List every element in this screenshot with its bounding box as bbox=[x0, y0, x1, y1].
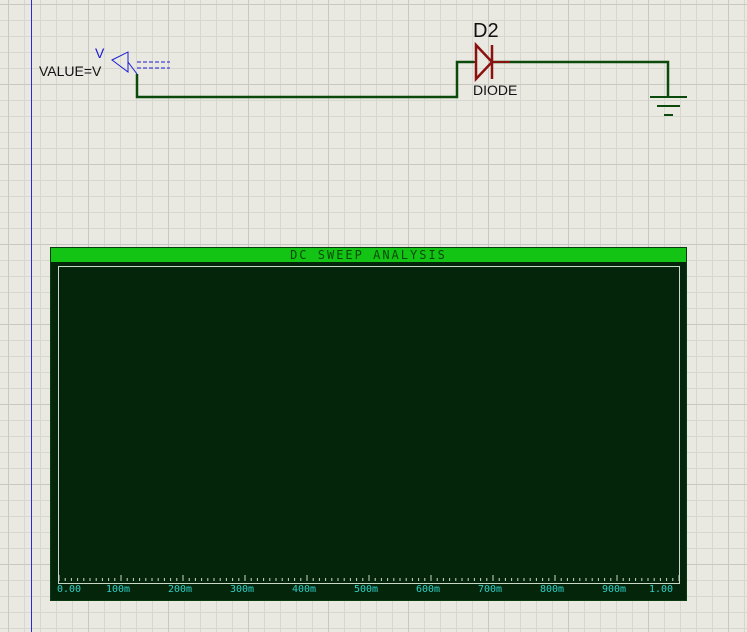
x-axis-tick-label: 100m bbox=[106, 584, 131, 595]
x-axis-tick-label: 0.00 bbox=[57, 584, 82, 595]
x-axis-tick-label: 400m bbox=[292, 584, 317, 595]
dc-sweep-graph[interactable]: DC SWEEP ANALYSIS 0.00 100m 200m 300m 400m 50… bbox=[50, 247, 687, 601]
x-axis-tick-label: 300m bbox=[230, 584, 255, 595]
diode-type-label[interactable]: DIODE bbox=[473, 82, 517, 98]
diode-reference-label[interactable]: D2 bbox=[473, 20, 499, 43]
schematic-canvas[interactable]: V VALUE=V D2 DIODE DC SWEEP ANALYSIS 0.0… bbox=[0, 0, 747, 632]
x-axis-tick-label: 600m bbox=[416, 584, 441, 595]
x-axis-tick-label: 800m bbox=[540, 584, 565, 595]
ground-icon[interactable] bbox=[650, 96, 687, 116]
x-axis-tick-label: 900m bbox=[602, 584, 627, 595]
source-label[interactable]: V bbox=[95, 45, 104, 61]
diode-icon[interactable] bbox=[474, 41, 510, 83]
wire-source-to-diode[interactable] bbox=[135, 60, 474, 99]
x-axis-tick-label: 700m bbox=[478, 584, 503, 595]
voltage-source-icon[interactable] bbox=[111, 51, 170, 75]
graph-x-axis bbox=[58, 575, 680, 581]
source-value-label[interactable]: VALUE=V bbox=[39, 63, 101, 79]
x-axis-tick-label: 500m bbox=[354, 584, 379, 595]
wire-diode-to-ground[interactable] bbox=[493, 60, 670, 97]
x-axis-tick-label: 1.00 bbox=[649, 584, 674, 595]
x-axis-tick-label: 200m bbox=[168, 584, 193, 595]
